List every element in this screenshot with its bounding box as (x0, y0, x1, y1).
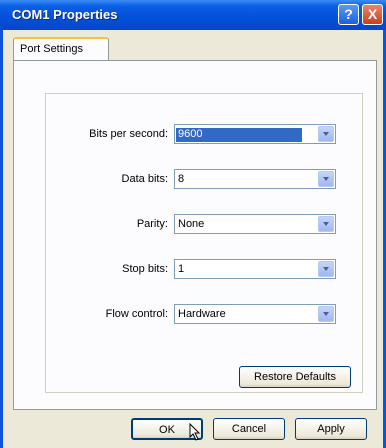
bits-per-second-select[interactable]: 9600 (174, 124, 336, 144)
chevron-down-icon[interactable] (318, 216, 334, 232)
flow-control-select[interactable]: Hardware (174, 304, 336, 324)
close-button[interactable]: X (362, 4, 383, 25)
parity-value: None (178, 218, 205, 230)
chevron-down-icon[interactable] (318, 306, 334, 322)
data-bits-label: Data bits: (121, 173, 168, 185)
chevron-down-icon[interactable] (318, 126, 334, 142)
apply-button[interactable]: Apply (295, 418, 367, 440)
parity-label: Parity: (136, 218, 168, 230)
cancel-button[interactable]: Cancel (213, 418, 285, 440)
restore-defaults-button[interactable]: Restore Defaults (239, 366, 351, 388)
flow-control-label: Flow control: (105, 308, 168, 320)
properties-dialog: COM1 Properties ? X Port Settings Bits p… (0, 0, 386, 448)
data-bits-select[interactable]: 8 (174, 169, 336, 189)
flow-control-value: Hardware (178, 308, 226, 320)
bits-per-second-value: 9600 (176, 128, 302, 142)
window-title: COM1 Properties (12, 7, 118, 22)
bits-per-second-label: Bits per second: (89, 128, 168, 140)
stop-bits-select[interactable]: 1 (174, 259, 336, 279)
help-button[interactable]: ? (338, 4, 359, 25)
chevron-down-icon[interactable] (318, 171, 334, 187)
data-bits-value: 8 (178, 173, 185, 185)
stop-bits-label: Stop bits: (122, 263, 168, 275)
stop-bits-value: 1 (178, 263, 185, 275)
tab-port-settings[interactable]: Port Settings (13, 37, 109, 61)
parity-select[interactable]: None (174, 214, 336, 234)
mouse-cursor-icon (189, 423, 201, 441)
chevron-down-icon[interactable] (318, 261, 334, 277)
title-bar[interactable]: COM1 Properties ? X (0, 0, 386, 30)
